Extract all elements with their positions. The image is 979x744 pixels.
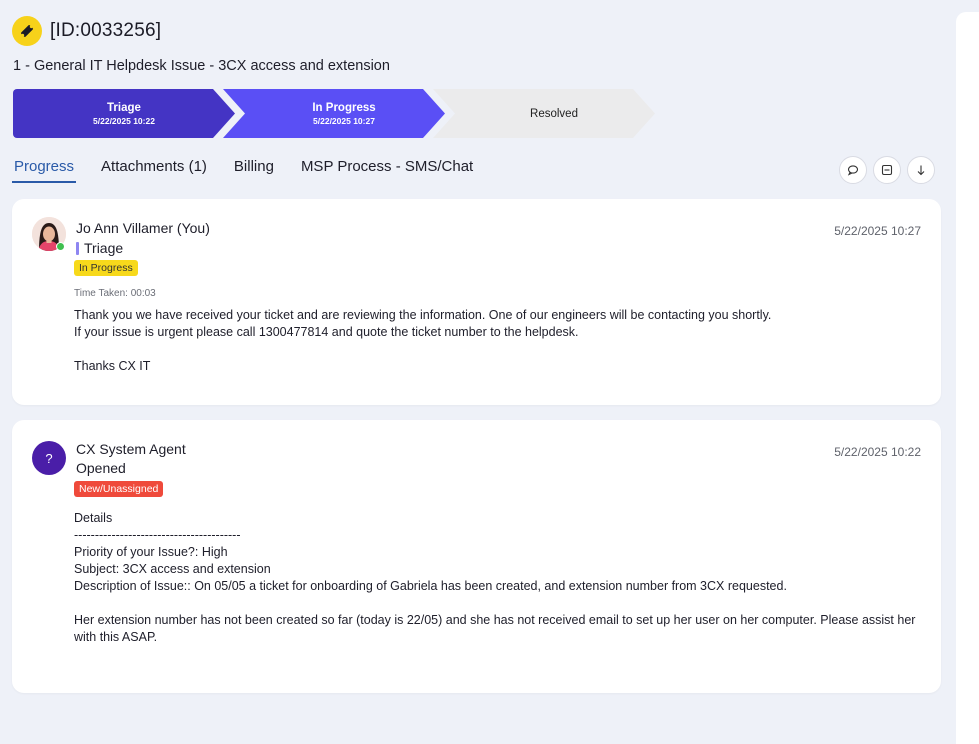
stage-date: 5/22/2025 10:27 bbox=[313, 115, 375, 126]
progress-entry: Jo Ann Villamer (You) Triage In Progress… bbox=[12, 199, 941, 405]
stage-name: Resolved bbox=[530, 107, 578, 120]
collapse-button[interactable] bbox=[873, 156, 901, 184]
time-taken: Time Taken: 00:03 bbox=[74, 288, 156, 299]
stage-name: In Progress bbox=[312, 101, 376, 114]
entry-status: Triage bbox=[76, 240, 123, 256]
entry-body: Thank you we have received your ticket a… bbox=[74, 308, 772, 373]
status-badge: In Progress bbox=[74, 260, 138, 276]
comment-button[interactable] bbox=[839, 156, 867, 184]
tab-bar: Progress Attachments (1) Billing MSP Pro… bbox=[12, 156, 498, 183]
stage-name: Triage bbox=[107, 101, 141, 114]
entry-author: CX System Agent bbox=[76, 441, 186, 457]
sort-down-button[interactable] bbox=[907, 156, 935, 184]
ticket-id: [ID:0033256] bbox=[50, 20, 162, 41]
ticket-header: [ID:0033256] bbox=[12, 16, 161, 46]
stage-resolved[interactable]: Resolved bbox=[433, 89, 655, 138]
entry-body: Details --------------------------------… bbox=[74, 511, 916, 644]
online-status-indicator bbox=[56, 242, 65, 251]
entry-date: 5/22/2025 10:22 bbox=[834, 445, 921, 459]
entry-author: Jo Ann Villamer (You) bbox=[76, 220, 210, 236]
ticket-icon bbox=[12, 16, 42, 46]
tab-msp-process[interactable]: MSP Process - SMS/Chat bbox=[299, 156, 475, 183]
status-badge: New/Unassigned bbox=[74, 481, 164, 497]
stage-in-progress[interactable]: In Progress 5/22/2025 10:27 bbox=[223, 89, 445, 138]
entry-status: Opened bbox=[76, 460, 126, 476]
stage-triage[interactable]: Triage 5/22/2025 10:22 bbox=[13, 89, 235, 138]
arrow-down-icon bbox=[917, 165, 925, 176]
status-marker bbox=[76, 241, 79, 255]
side-panel bbox=[956, 12, 979, 744]
progress-entry: ? CX System Agent Opened New/Unassigned … bbox=[12, 420, 941, 693]
toolbar bbox=[839, 156, 941, 184]
stage-pipeline: Triage 5/22/2025 10:22 In Progress 5/22/… bbox=[13, 89, 663, 139]
stage-date: 5/22/2025 10:22 bbox=[93, 115, 155, 126]
ticket-subject: 1 - General IT Helpdesk Issue - 3CX acce… bbox=[13, 58, 390, 74]
comment-icon bbox=[847, 165, 859, 176]
avatar: ? bbox=[32, 441, 66, 475]
tab-billing[interactable]: Billing bbox=[232, 156, 276, 183]
tab-progress[interactable]: Progress bbox=[12, 156, 77, 183]
entry-status-label: Opened bbox=[76, 460, 126, 476]
entry-status-label: Triage bbox=[84, 240, 124, 256]
tab-attachments[interactable]: Attachments (1) bbox=[99, 156, 209, 183]
entry-date: 5/22/2025 10:27 bbox=[834, 224, 921, 238]
collapse-icon bbox=[881, 164, 893, 176]
